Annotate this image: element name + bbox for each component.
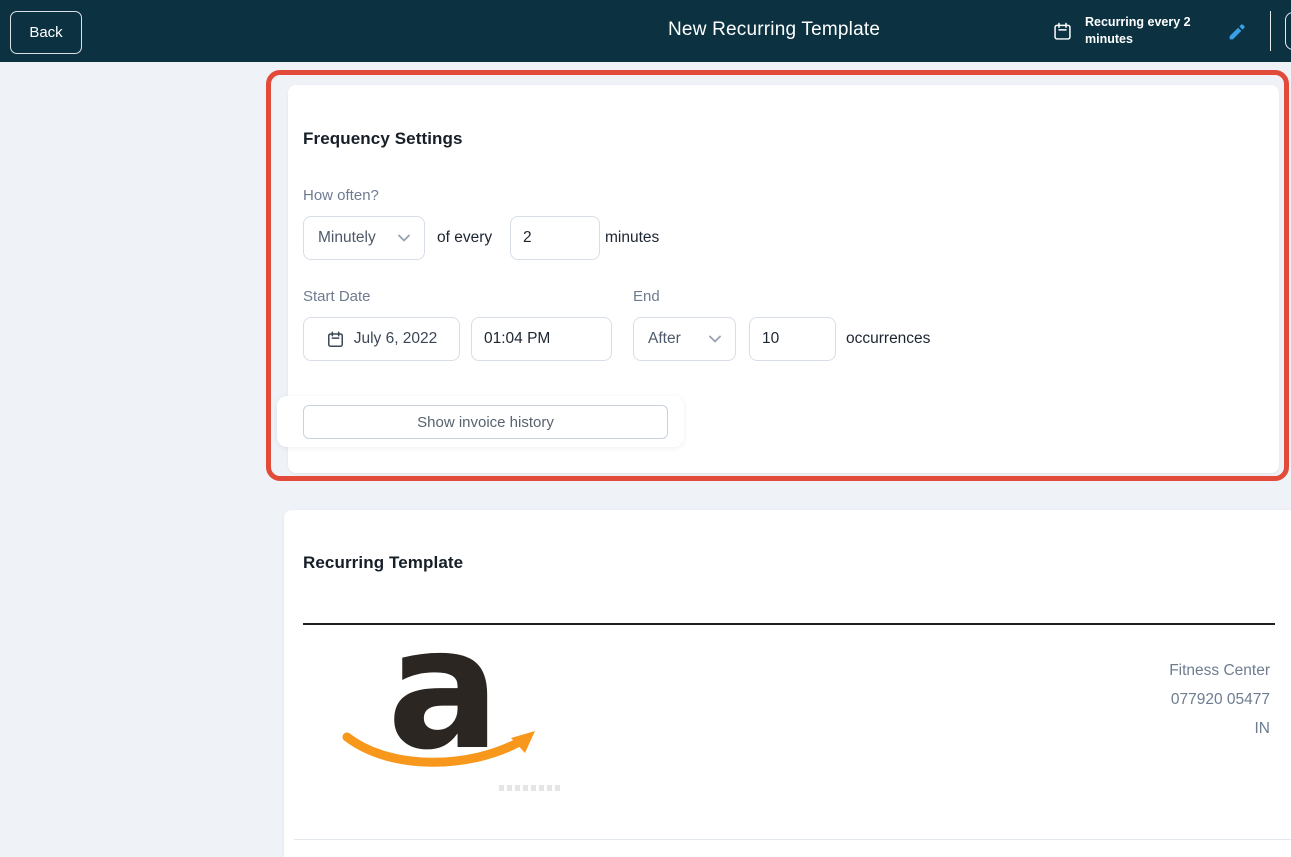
chevron-down-icon	[398, 234, 410, 242]
calendar-icon	[326, 330, 345, 349]
page: Back New Recurring Template Recurring ev…	[0, 0, 1291, 857]
pencil-icon	[1226, 21, 1252, 43]
calendar-icon	[1052, 21, 1073, 42]
frequency-settings-card: Frequency Settings How often? Minutely o…	[277, 85, 1279, 473]
interval-unit-label: minutes	[605, 229, 660, 246]
end-label: End	[633, 288, 660, 305]
recurring-template-card: Recurring Template a Fitness Center 0779…	[284, 510, 1291, 857]
start-date-button[interactable]: July 6, 2022	[303, 317, 460, 361]
frequency-select[interactable]: Minutely	[303, 216, 425, 260]
client-name: Fitness Center	[1169, 662, 1270, 679]
chevron-down-icon	[709, 335, 721, 343]
interval-input[interactable]	[510, 216, 600, 260]
of-every-label: of every	[437, 229, 493, 246]
show-invoice-history-button[interactable]: Show invoice history	[303, 405, 668, 439]
page-title: New Recurring Template	[668, 19, 881, 40]
frequency-settings-title: Frequency Settings	[303, 129, 463, 148]
frequency-select-value: Minutely	[318, 229, 376, 246]
client-country: IN	[1254, 720, 1271, 737]
header-action-button-partial[interactable]	[1285, 12, 1291, 50]
edit-frequency-button[interactable]	[1226, 20, 1252, 44]
app-header: Back New Recurring Template Recurring ev…	[0, 0, 1291, 62]
amazon-logo: a	[339, 591, 564, 803]
header-divider	[1270, 11, 1271, 51]
end-mode-select[interactable]: After	[633, 317, 736, 361]
amazon-smile-icon	[339, 723, 539, 781]
how-often-label: How often?	[303, 187, 379, 204]
frequency-summary-label: Recurring every 2 minutes	[1085, 14, 1191, 47]
start-date-label: Start Date	[303, 288, 371, 305]
client-details: Fitness Center 077920 05477 IN	[1169, 656, 1270, 743]
client-postal-code: 077920 05477	[1170, 691, 1270, 708]
occurrences-label: occurrences	[846, 330, 931, 347]
invoice-table-rule	[294, 839, 1291, 840]
end-mode-value: After	[648, 330, 681, 347]
occurrences-input[interactable]	[749, 317, 836, 361]
start-date-value: July 6, 2022	[353, 330, 438, 347]
logo-watermark	[499, 785, 561, 791]
start-time-input[interactable]	[471, 317, 612, 361]
back-button[interactable]: Back	[10, 11, 82, 54]
recurring-template-title: Recurring Template	[303, 553, 464, 572]
frequency-summary-button[interactable]: Recurring every 2 minutes	[1052, 12, 1203, 50]
